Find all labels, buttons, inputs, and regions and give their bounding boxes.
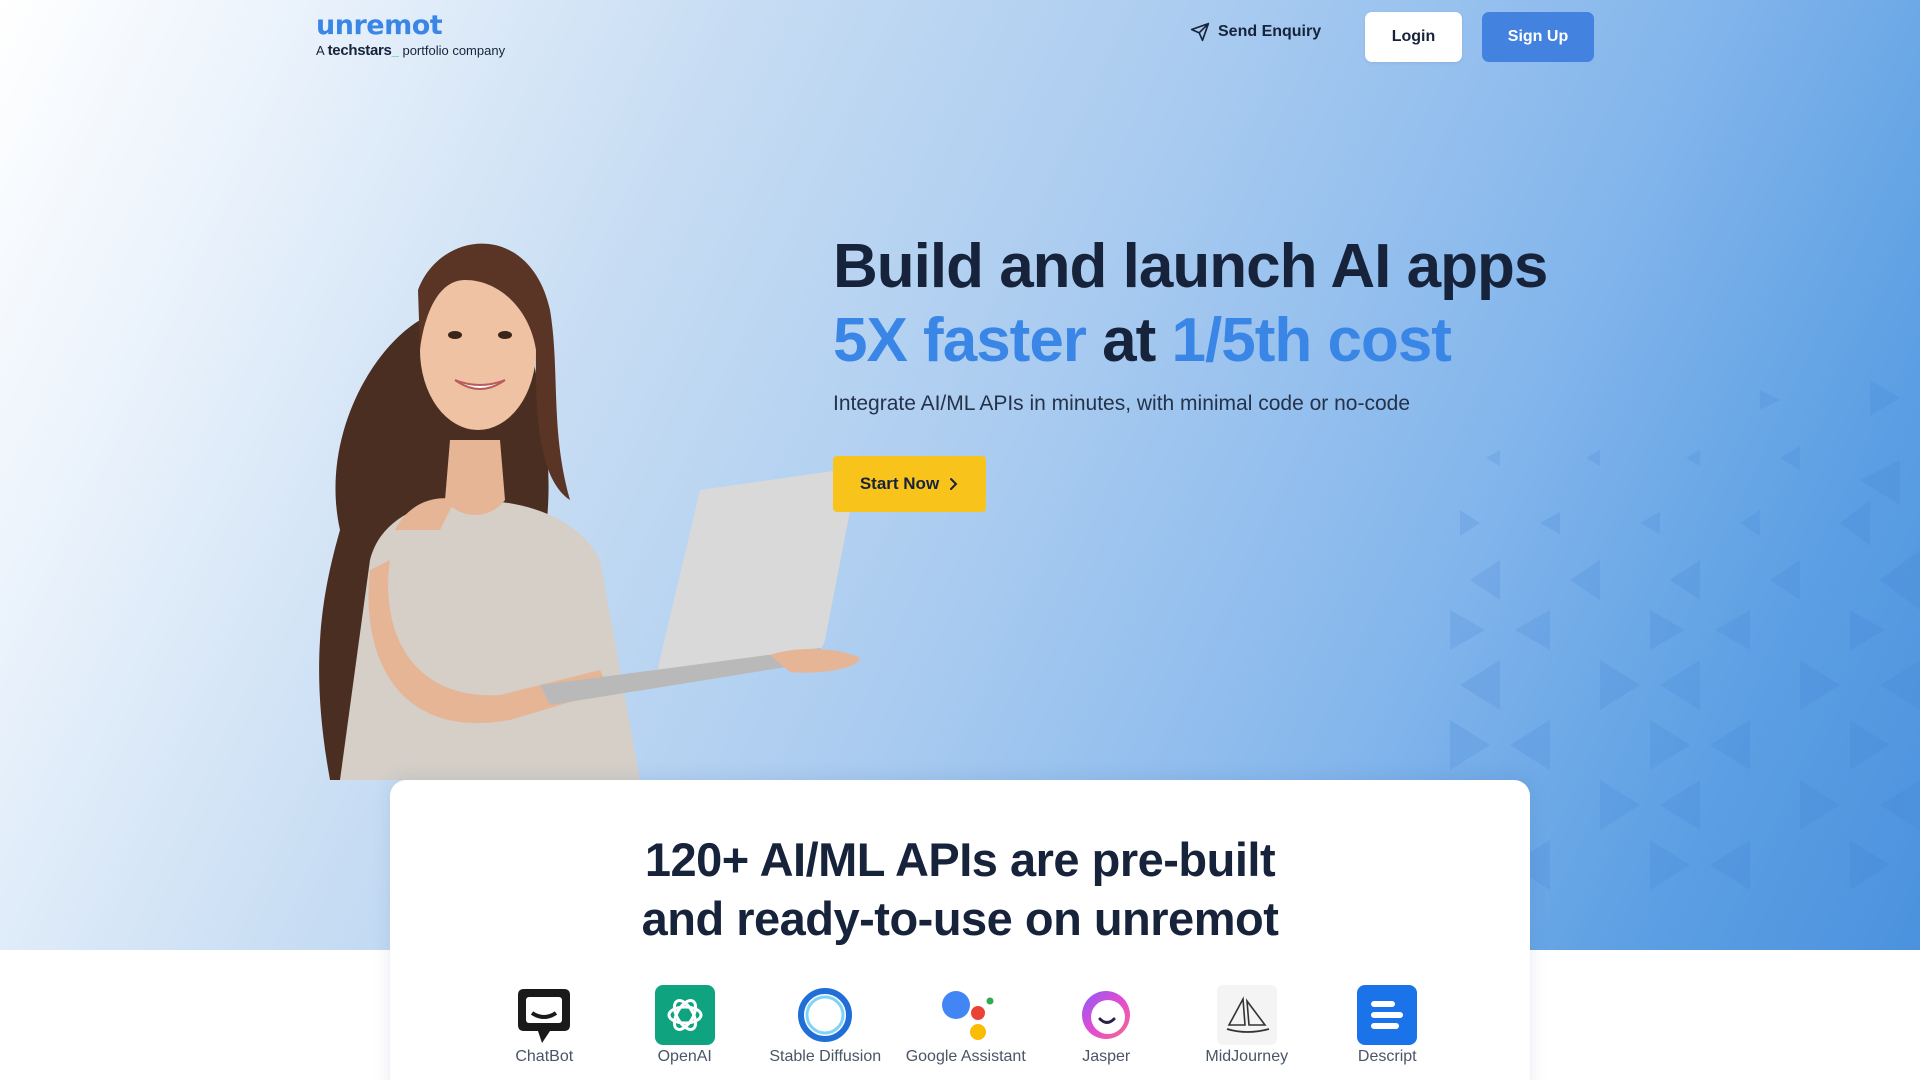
techstars-underscore: _	[391, 43, 399, 58]
openai-icon	[654, 985, 715, 1045]
api-item-openai[interactable]: OpenAI	[615, 985, 756, 1066]
stable-diffusion-icon	[795, 985, 855, 1045]
api-item-descript[interactable]: Descript	[1317, 985, 1458, 1066]
headline-connector: at	[1085, 306, 1172, 375]
start-now-button[interactable]: Start Now	[833, 456, 986, 512]
logo-wordmark: unremot	[316, 10, 443, 41]
headline-line-1: Build and launch AI apps	[833, 232, 1548, 301]
techstars-logo: techstars	[327, 42, 392, 59]
logo-tagline-prefix: A	[316, 43, 324, 58]
google-assistant-icon	[936, 985, 996, 1045]
api-item-google-assistant[interactable]: Google Assistant	[896, 985, 1037, 1066]
api-name: Jasper	[1082, 1048, 1131, 1065]
jasper-icon	[1076, 985, 1136, 1045]
apis-section-title: 120+ AI/ML APIs are pre-built and ready-…	[390, 830, 1530, 948]
headline-cost: 1/5th cost	[1171, 306, 1452, 375]
api-name: Stable Diffusion	[769, 1048, 882, 1065]
api-item-stable-diffusion[interactable]: Stable Diffusion	[755, 985, 896, 1066]
api-name: Google Assistant	[905, 1048, 1026, 1065]
headline-line-2: 5X faster at 1/5th cost	[833, 304, 1547, 378]
api-logo-list: ChatBot OpenAI Stable Diffusion Google A…	[474, 985, 1458, 1066]
signup-button[interactable]: Sign Up	[1482, 12, 1594, 62]
api-item-chatbot[interactable]: ChatBot	[474, 985, 615, 1066]
hero-subheading: Integrate AI/ML APIs in minutes, with mi…	[833, 392, 1410, 415]
descript-icon	[1357, 985, 1418, 1045]
send-enquiry-label: Send Enquiry	[1218, 23, 1322, 40]
midjourney-icon	[1216, 985, 1277, 1045]
api-item-jasper[interactable]: Jasper	[1036, 985, 1177, 1066]
api-item-midjourney[interactable]: MidJourney	[1177, 985, 1318, 1066]
chevron-right-icon	[950, 478, 958, 490]
send-enquiry-link[interactable]: Send Enquiry	[1190, 22, 1321, 42]
logo-tagline: A techstars_ portfolio company	[316, 42, 505, 59]
api-name: MidJourney	[1205, 1048, 1289, 1065]
api-name: OpenAI	[657, 1048, 712, 1065]
send-plane-icon	[1190, 22, 1210, 42]
apis-card: 120+ AI/ML APIs are pre-built and ready-…	[390, 780, 1530, 1080]
headline-speed: 5X faster	[833, 306, 1087, 375]
apis-title-line-2: and ready-to-use on unremot	[641, 892, 1279, 945]
chatbot-icon	[514, 985, 574, 1045]
start-now-label: Start Now	[859, 474, 940, 493]
hero-headline: Build and launch AI apps 5X faster at 1/…	[833, 230, 1548, 378]
unremot-logo[interactable]: unremot A techstars_ portfolio company	[316, 10, 505, 59]
login-button[interactable]: Login	[1365, 12, 1462, 62]
logo-tagline-suffix: portfolio company	[402, 43, 506, 58]
api-name: ChatBot	[515, 1048, 574, 1065]
api-name: Descript	[1357, 1048, 1417, 1065]
apis-title-line-1: 120+ AI/ML APIs are pre-built	[644, 833, 1276, 886]
